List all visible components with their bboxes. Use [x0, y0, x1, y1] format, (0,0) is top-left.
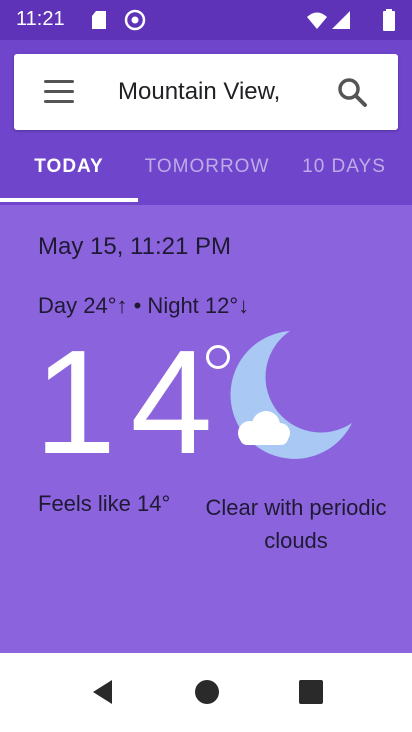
- tab-tomorrow[interactable]: TOMORROW: [138, 142, 276, 202]
- day-night-temps: Day 24°↑ • Night 12°↓: [38, 293, 250, 318]
- tab-today[interactable]: TODAY: [0, 142, 138, 202]
- moon-cloud-icon: [230, 331, 352, 459]
- search-icon[interactable]: [336, 76, 368, 108]
- location-text[interactable]: Mountain View,: [118, 72, 308, 112]
- date-time: May 15, 11:21 PM: [38, 233, 231, 260]
- condition-text: Clear with periodic clouds: [196, 491, 396, 557]
- tab-10-days[interactable]: 10 DAYS: [276, 142, 412, 202]
- degree-symbol: [206, 345, 230, 369]
- search-bar[interactable]: Mountain View,: [14, 54, 398, 130]
- condition-line-1: Clear with periodic: [205, 495, 387, 520]
- status-time: 11:21: [16, 8, 65, 30]
- tab-bar: TODAY TOMORROW 10 DAYS: [0, 142, 412, 204]
- app-header: Mountain View, TODAY TOMORROW 10 DAYS: [0, 40, 412, 205]
- current-temperature: 14: [34, 320, 227, 485]
- hamburger-menu-icon[interactable]: [44, 80, 74, 104]
- navigation-bar: [0, 653, 412, 732]
- status-bar: 11:21: [0, 0, 412, 40]
- wifi-icon: [307, 12, 327, 29]
- feels-like: Feels like 14°: [38, 491, 171, 516]
- at-icon: [124, 9, 146, 31]
- weather-panel: May 15, 11:21 PM Day 24°↑ • Night 12°↓ 1…: [0, 205, 412, 653]
- signal-icon: [332, 11, 350, 29]
- condition-line-2: clouds: [264, 528, 328, 553]
- battery-icon: [383, 9, 395, 31]
- home-icon[interactable]: [192, 677, 222, 707]
- tab-indicator: [0, 198, 138, 202]
- sd-card-icon: [92, 11, 106, 29]
- recents-icon[interactable]: [296, 677, 326, 707]
- back-icon[interactable]: [88, 677, 118, 707]
